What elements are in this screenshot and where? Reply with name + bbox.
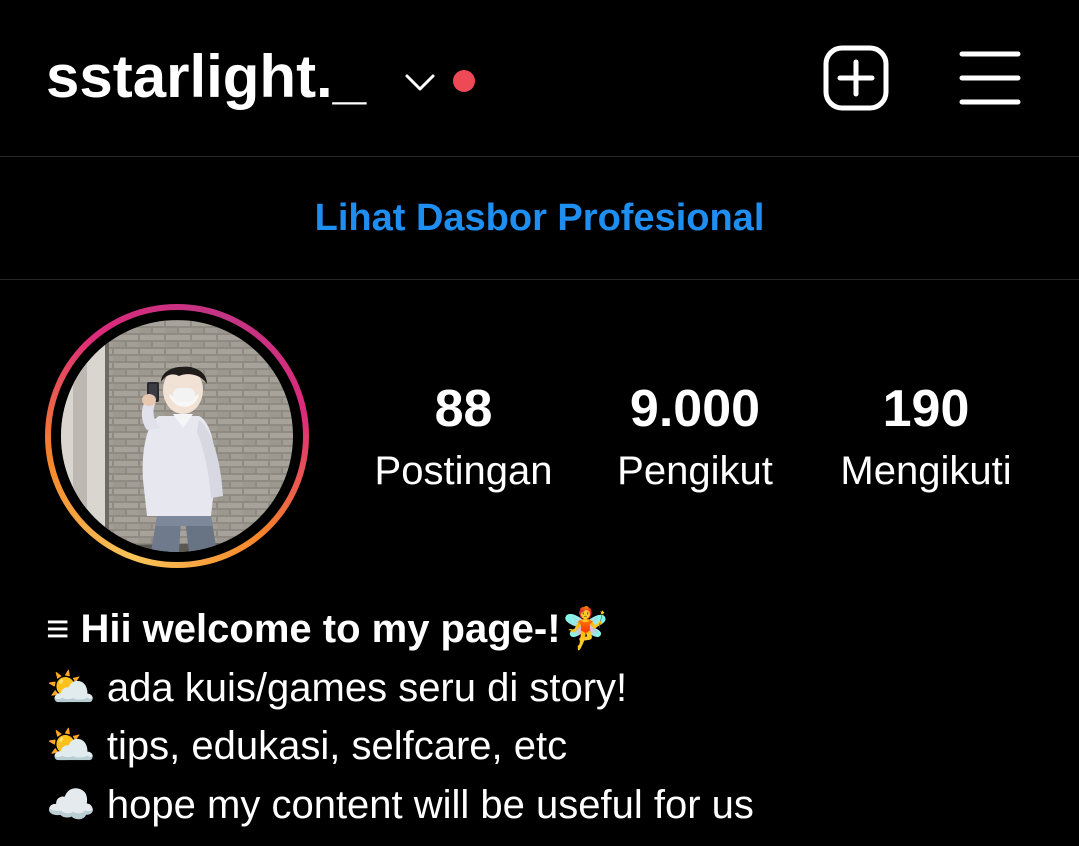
profile-header: sstarlight._ xyxy=(0,0,1079,156)
story-ring[interactable] xyxy=(45,304,309,568)
stat-following-label: Mengikuti xyxy=(840,449,1012,493)
stat-following-count: 190 xyxy=(882,380,970,438)
stat-posts-count: 88 xyxy=(434,380,493,438)
notification-dot xyxy=(453,70,475,92)
account-username[interactable]: sstarlight._ xyxy=(46,42,366,112)
stat-posts-label: Postingan xyxy=(374,449,553,493)
profile-photo[interactable] xyxy=(61,320,293,552)
stat-followers[interactable]: 9.000 Pengikut xyxy=(598,378,792,498)
bio-line-quiz: ⛅ ada kuis/games seru di story! xyxy=(46,665,628,710)
bio-line-hope: ☁️ hope my content will be useful for us xyxy=(46,782,754,827)
profile-bio: ≡ Hii welcome to my page-!🧚 ⛅ ada kuis/g… xyxy=(46,600,1046,834)
hamburger-menu-icon[interactable] xyxy=(954,44,1026,112)
chevron-down-icon[interactable] xyxy=(400,64,440,100)
stat-following[interactable]: 190 Mengikuti xyxy=(823,378,1029,498)
bio-line-headline: ≡ Hii welcome to my page-!🧚 xyxy=(46,607,611,651)
professional-dashboard-bar: Lihat Dasbor Profesional xyxy=(0,157,1079,279)
dashboard-divider xyxy=(0,279,1079,280)
stat-posts[interactable]: 88 Postingan xyxy=(362,378,565,498)
stat-followers-label: Pengikut xyxy=(617,449,773,493)
stat-followers-count: 9.000 xyxy=(629,380,761,438)
plus-square-icon[interactable] xyxy=(820,42,892,114)
profile-photo-image xyxy=(61,320,293,552)
bio-line-tips: ⛅ tips, edukasi, selfcare, etc xyxy=(46,724,568,768)
professional-dashboard-link[interactable]: Lihat Dasbor Profesional xyxy=(315,197,765,240)
